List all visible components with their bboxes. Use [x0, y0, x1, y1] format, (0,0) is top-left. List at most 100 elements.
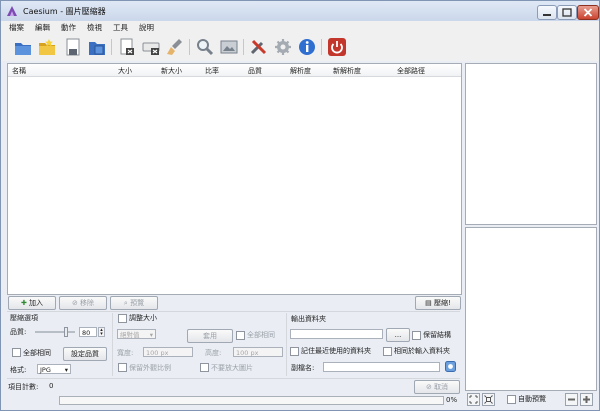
resize-mode-value: 絕對值 [120, 331, 140, 339]
fit-icon [469, 395, 478, 404]
width-label: 寬度: [117, 349, 134, 357]
keep-structure-checkbox[interactable] [412, 331, 421, 340]
resize-section-title: 調整大小 [129, 314, 157, 322]
actual-size-button[interactable] [482, 393, 495, 406]
compress-button[interactable]: ▤ 壓縮! [415, 296, 461, 310]
toolbar-separator [243, 39, 244, 55]
keep-aspect-ratio-label: 保留外觀比例 [129, 364, 171, 372]
zoom-icon[interactable] [195, 37, 215, 57]
same-as-input-checkbox[interactable] [383, 347, 392, 356]
toolbar [1, 33, 599, 61]
add-button[interactable]: ✚ 加入 [8, 296, 56, 310]
title-bar: Caesium - 圖片壓縮器 [1, 1, 599, 21]
plus-icon [583, 396, 590, 403]
item-count-label: 項目計數: [8, 383, 39, 391]
same-as-input-label: 相同於輸入資料夾 [394, 347, 450, 355]
resize-all-same-checkbox[interactable] [236, 331, 245, 340]
menu-tools[interactable]: 工具 [113, 22, 128, 33]
cancel-button-label: 取消 [434, 383, 449, 391]
remove-button[interactable]: ⊘ 移除 [59, 296, 107, 310]
actual-size-icon [484, 395, 493, 404]
status-divider [7, 378, 460, 379]
image-list[interactable]: 名稱 大小 新大小 比率 品質 解析度 新解析度 全部路徑 [7, 63, 462, 295]
format-select[interactable]: JPG ▾ [37, 364, 71, 374]
quality-slider[interactable] [35, 327, 75, 337]
toolbar-separator [111, 39, 112, 55]
info-icon[interactable] [297, 37, 317, 57]
apply-resize-button[interactable]: 套用 [187, 329, 233, 343]
close-icon [583, 8, 593, 17]
section-divider [112, 313, 113, 376]
save-all-icon[interactable] [87, 37, 107, 57]
settings-icon[interactable] [273, 37, 293, 57]
height-label: 高度: [205, 349, 222, 357]
brush-icon[interactable] [165, 37, 185, 57]
menu-action[interactable]: 動作 [61, 22, 76, 33]
resize-checkbox[interactable] [118, 314, 127, 323]
menu-file[interactable]: 檔案 [9, 22, 24, 33]
quality-value-input[interactable]: 80 [79, 327, 97, 337]
column-quality[interactable]: 品質 [248, 66, 262, 76]
browse-button[interactable]: ... [386, 328, 410, 342]
no-enlarge-label: 不要放大圖片 [211, 364, 253, 372]
remove-item-icon[interactable] [117, 37, 137, 57]
remove-button-label: 移除 [80, 299, 95, 307]
compress-button-label: 壓縮! [434, 299, 451, 307]
zoom-out-button[interactable] [565, 393, 578, 406]
menu-help[interactable]: 說明 [139, 22, 154, 33]
cancel-button[interactable]: ⊘ 取消 [414, 380, 460, 394]
preview-image-icon[interactable] [219, 37, 239, 57]
preview-button[interactable]: ⌕ 預覽 [110, 296, 158, 310]
auto-preview-checkbox[interactable] [507, 395, 516, 404]
quality-spinner[interactable]: ▴ ▾ [98, 327, 105, 337]
chevron-down-icon: ▾ [64, 366, 68, 374]
remove-icon: ⊘ [71, 299, 81, 307]
keep-aspect-ratio-checkbox[interactable] [118, 363, 127, 372]
progress-percent: 0% [446, 396, 458, 404]
remember-folder-checkbox[interactable] [290, 347, 299, 356]
quality-slider-thumb[interactable] [63, 327, 68, 337]
section-divider [286, 313, 287, 376]
fit-to-window-button[interactable] [467, 393, 480, 406]
column-size[interactable]: 大小 [118, 66, 132, 76]
plus-icon: ✚ [20, 299, 30, 307]
column-resolution[interactable]: 解析度 [290, 66, 311, 76]
zoom-in-button[interactable] [580, 393, 593, 406]
tools-icon[interactable] [249, 37, 269, 57]
width-input[interactable]: 100 px [143, 347, 193, 357]
set-quality-button[interactable]: 設定品質 [63, 347, 107, 361]
output-folder-input[interactable] [290, 329, 383, 339]
compressed-image-preview [465, 227, 597, 391]
spin-down-icon: ▾ [100, 331, 103, 337]
column-name[interactable]: 名稱 [12, 66, 26, 76]
minimize-button[interactable] [537, 5, 557, 20]
item-count-value: 0 [49, 382, 54, 390]
menu-view[interactable]: 檢視 [87, 22, 102, 33]
panel-divider [7, 311, 460, 312]
height-input[interactable]: 100 px [233, 347, 283, 357]
preview-button-label: 預覽 [130, 299, 145, 307]
open-file-icon[interactable] [13, 37, 33, 57]
maximize-button[interactable] [557, 5, 577, 20]
no-enlarge-checkbox[interactable] [200, 363, 209, 372]
resize-mode-select[interactable]: 絕對值 ▾ [117, 329, 156, 339]
column-new-size[interactable]: 新大小 [161, 66, 182, 76]
suffix-info-icon[interactable] [445, 361, 456, 372]
clear-list-icon[interactable] [141, 37, 161, 57]
same-quality-checkbox[interactable] [12, 348, 21, 357]
suffix-input[interactable] [323, 362, 440, 372]
chevron-down-icon: ▾ [149, 331, 153, 339]
menu-edit[interactable]: 編輯 [35, 22, 50, 33]
open-folder-icon[interactable] [37, 37, 57, 57]
remember-folder-label: 記住最近使用的資料夾 [301, 347, 371, 355]
power-icon[interactable] [327, 37, 347, 57]
minus-icon [568, 398, 575, 401]
quality-slider-track [35, 331, 75, 333]
format-label: 格式: [10, 366, 27, 374]
suffix-label: 副檔名: [291, 364, 315, 372]
column-ratio[interactable]: 比率 [205, 66, 219, 76]
column-new-resolution[interactable]: 新解析度 [333, 66, 361, 76]
close-button[interactable] [577, 5, 599, 20]
column-full-path[interactable]: 全部路徑 [397, 66, 425, 76]
save-icon[interactable] [63, 37, 83, 57]
